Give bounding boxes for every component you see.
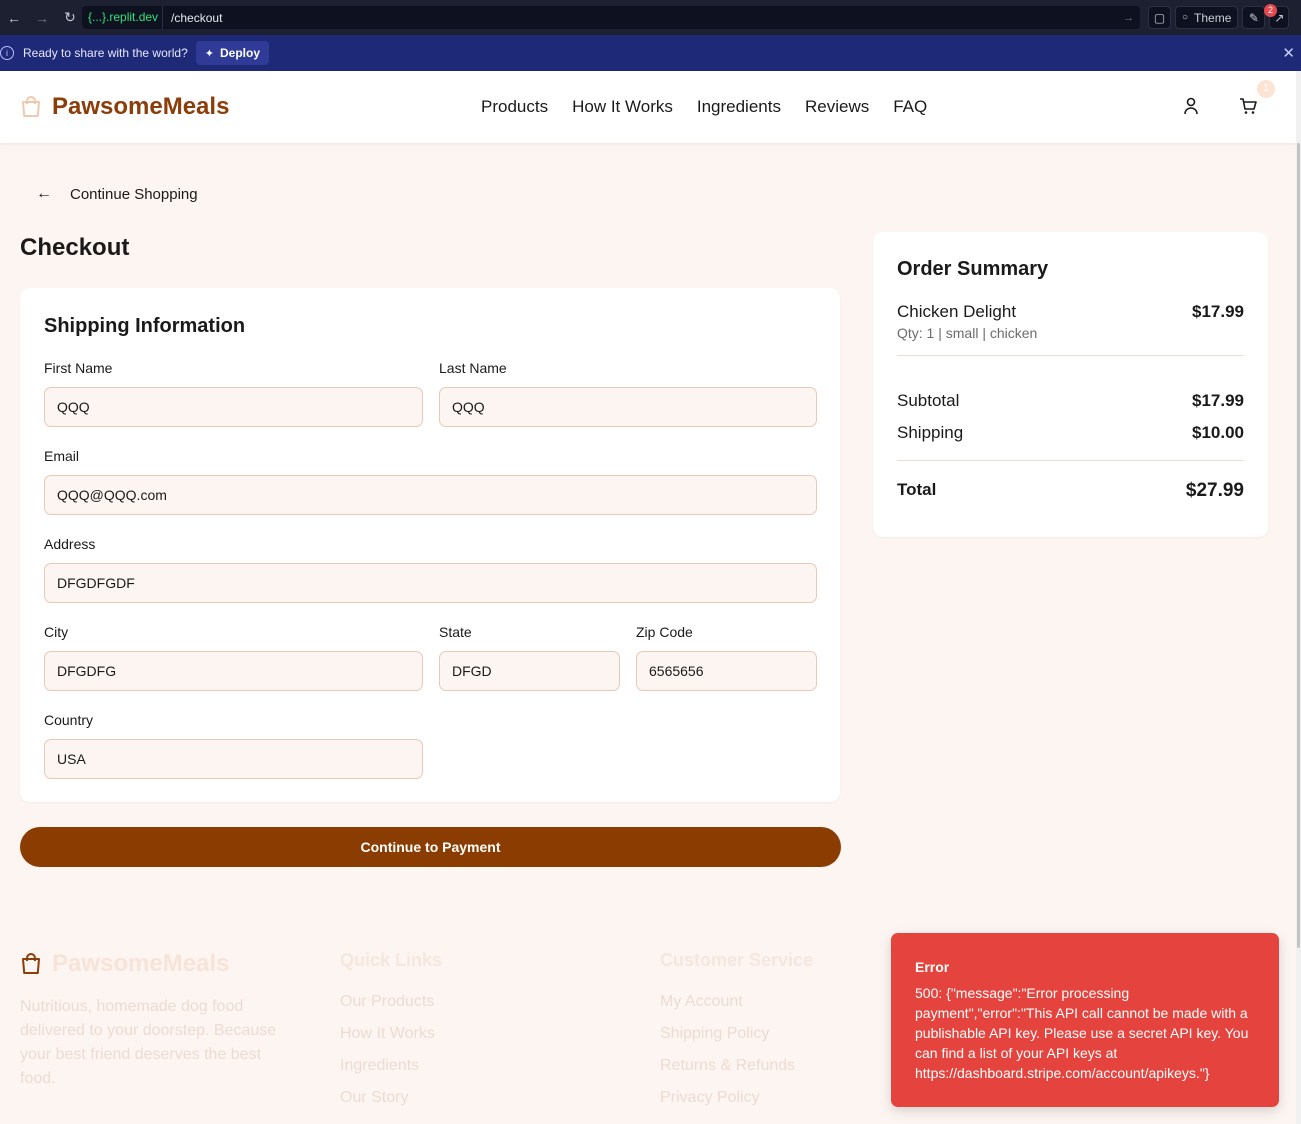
city-label: City	[44, 624, 69, 640]
scrollbar-thumb[interactable]	[1297, 143, 1300, 948]
divider	[897, 355, 1244, 356]
address-field[interactable]: DFGDFGDF	[44, 563, 817, 603]
continue-to-payment-button[interactable]: Continue to Payment	[20, 827, 841, 867]
reload-icon[interactable]: ↻	[56, 0, 84, 35]
deploy-button[interactable]: ✦ Deploy	[195, 41, 269, 65]
order-item-row: Chicken Delight $17.99	[897, 302, 1244, 322]
state-label: State	[439, 624, 472, 640]
customer-service-links: Customer Service My Account Shipping Pol…	[660, 950, 813, 1121]
divider	[897, 460, 1244, 461]
footer-link-returns[interactable]: Returns & Refunds	[660, 1057, 813, 1089]
logo-text: PawsomeMeals	[52, 93, 230, 120]
user-icon[interactable]	[1183, 97, 1199, 115]
nav-reviews[interactable]: Reviews	[805, 97, 869, 117]
footer-description: Nutritious, homemade dog food delivered …	[20, 998, 277, 1087]
item-price: $17.99	[1192, 302, 1244, 321]
footer-link-privacy[interactable]: Privacy Policy	[660, 1089, 813, 1121]
wrench-icon[interactable]: ✎	[1242, 6, 1266, 29]
rocket-icon: ✦	[204, 47, 214, 60]
browser-toolbar: ← → ↻ {...}.replit.dev /checkout → ▢ ○ Th…	[0, 0, 1301, 35]
toast-message: 500: {"message":"Error processing paymen…	[915, 985, 1249, 1081]
url-host: {...}.replit.dev	[82, 6, 164, 29]
email-label: Email	[44, 448, 80, 464]
nav-products[interactable]: Products	[481, 97, 548, 117]
back-icon[interactable]: ←	[0, 0, 28, 35]
footer-link-products[interactable]: Our Products	[340, 993, 442, 1025]
devtools-icon[interactable]: ▢	[1148, 6, 1171, 29]
deploy-message: Ready to share with the world?	[23, 46, 188, 60]
footer-link-shipping-policy[interactable]: Shipping Policy	[660, 1025, 813, 1057]
cart-icon[interactable]	[1239, 97, 1257, 115]
email-field[interactable]: QQQ@QQQ.com	[44, 475, 817, 515]
address-bar[interactable]: {...}.replit.dev /checkout →	[82, 6, 1140, 29]
zip-label: Zip Code	[636, 624, 693, 640]
state-field[interactable]: DFGD	[439, 651, 620, 691]
info-icon: i	[0, 46, 14, 60]
quick-links-title: Quick Links	[340, 950, 443, 970]
shipping-row: Shipping $10.00	[897, 423, 1244, 443]
shipping-value: $10.00	[1192, 423, 1244, 442]
footer-link-how-it-works[interactable]: How It Works	[340, 1025, 442, 1057]
last-name-label: Last Name	[439, 360, 507, 376]
footer-logo[interactable]: PawsomeMeals	[20, 950, 229, 978]
total-label: Total	[897, 480, 937, 499]
theme-label: Theme	[1194, 10, 1232, 25]
nav-faq[interactable]: FAQ	[893, 97, 927, 117]
site-logo[interactable]: PawsomeMeals	[20, 93, 229, 121]
deploy-label: Deploy	[219, 46, 260, 60]
item-name: Chicken Delight	[897, 302, 1017, 321]
deploy-banner: i Ready to share with the world? ✦ Deplo…	[0, 35, 1301, 71]
palette-icon: ○	[1182, 12, 1189, 23]
notification-badge: 2	[1264, 4, 1277, 17]
customer-service-title: Customer Service	[660, 950, 814, 970]
address-label: Address	[44, 536, 96, 552]
item-details: Qty: 1 | small | chicken	[897, 325, 1038, 341]
toast-title: Error	[915, 959, 950, 975]
close-icon[interactable]: ✕	[1282, 44, 1295, 62]
country-field[interactable]: USA	[44, 739, 423, 779]
subtotal-row: Subtotal $17.99	[897, 391, 1244, 411]
total-value: $27.99	[1185, 480, 1244, 501]
footer-link-my-account[interactable]: My Account	[660, 993, 813, 1025]
quick-links: Quick Links Our Products How It Works In…	[340, 950, 442, 1121]
arrow-left-icon: ←	[36, 185, 52, 202]
order-summary-title: Order Summary	[897, 258, 1049, 280]
footer-link-our-story[interactable]: Our Story	[340, 1089, 442, 1121]
total-row: Total $27.99	[897, 480, 1244, 502]
footer-logo-text: PawsomeMeals	[52, 950, 230, 977]
main-nav: Products How It Works Ingredients Review…	[481, 97, 927, 117]
subtotal-value: $17.99	[1192, 391, 1244, 410]
continue-shopping-label: Continue Shopping	[70, 185, 198, 203]
go-icon[interactable]: →	[1123, 12, 1134, 24]
first-name-field[interactable]: QQQ	[44, 387, 423, 427]
shipping-label: Shipping	[897, 423, 964, 442]
forward-icon[interactable]: →	[28, 0, 56, 35]
last-name-field[interactable]: QQQ	[439, 387, 817, 427]
theme-button[interactable]: ○ Theme	[1175, 6, 1239, 29]
error-toast[interactable]: Error 500: {"message":"Error processing …	[891, 933, 1279, 1107]
zip-field[interactable]: 6565656	[636, 651, 817, 691]
site-header: PawsomeMeals Products How It Works Ingre…	[0, 71, 1296, 143]
footer-link-ingredients[interactable]: Ingredients	[340, 1057, 442, 1089]
shopping-bag-icon	[22, 953, 40, 974]
order-summary-card: Order Summary Chicken Delight $17.99 Qty…	[873, 232, 1268, 537]
country-label: Country	[44, 712, 94, 728]
url-path: /checkout	[171, 10, 223, 25]
shipping-form-card: Shipping Information First Name QQQ Last…	[20, 288, 840, 802]
nav-how-it-works[interactable]: How It Works	[572, 97, 673, 117]
cart-count-badge: 1	[1257, 80, 1275, 98]
first-name-label: First Name	[44, 360, 113, 376]
page-title: Checkout	[20, 234, 130, 261]
continue-shopping-link[interactable]: ← Continue Shopping	[36, 185, 198, 203]
shopping-bag-icon	[22, 96, 40, 117]
shipping-title: Shipping Information	[44, 315, 246, 337]
city-field[interactable]: DFGDFG	[44, 651, 423, 691]
subtotal-label: Subtotal	[897, 391, 960, 410]
nav-ingredients[interactable]: Ingredients	[697, 97, 781, 117]
